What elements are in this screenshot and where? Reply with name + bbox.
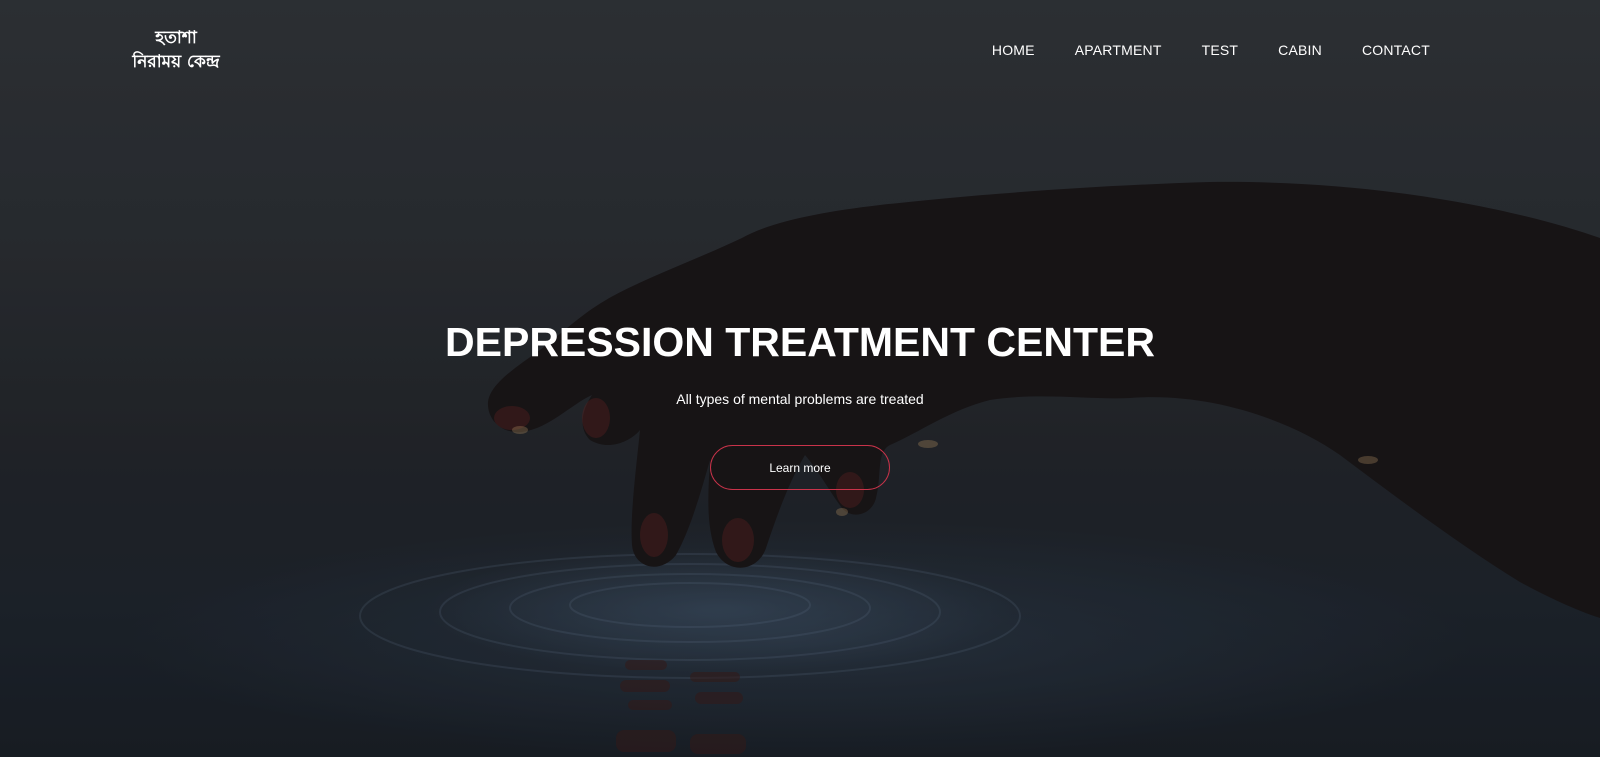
nav-item-contact[interactable]: CONTACT [1362,42,1430,58]
nav-item-cabin[interactable]: CABIN [1278,42,1322,58]
main-navigation: HOME APARTMENT TEST CABIN CONTACT [992,42,1430,58]
site-logo[interactable]: হতাশা নিরাময় কেন্দ্র [116,26,236,74]
logo-line-1: হতাশা [155,28,197,48]
hero-title: DEPRESSION TREATMENT CENTER [445,319,1155,365]
learn-more-button[interactable]: Learn more [710,445,890,490]
dark-overlay [0,0,1600,757]
logo-line-2: নিরাময় কেন্দ্র [132,52,220,72]
nav-item-apartment[interactable]: APARTMENT [1075,42,1162,58]
hero-section: হতাশা নিরাময় কেন্দ্র HOME APARTMENT TES… [0,0,1600,757]
nav-item-home[interactable]: HOME [992,42,1035,58]
nav-item-test[interactable]: TEST [1202,42,1239,58]
hero-subtitle: All types of mental problems are treated [676,391,924,407]
